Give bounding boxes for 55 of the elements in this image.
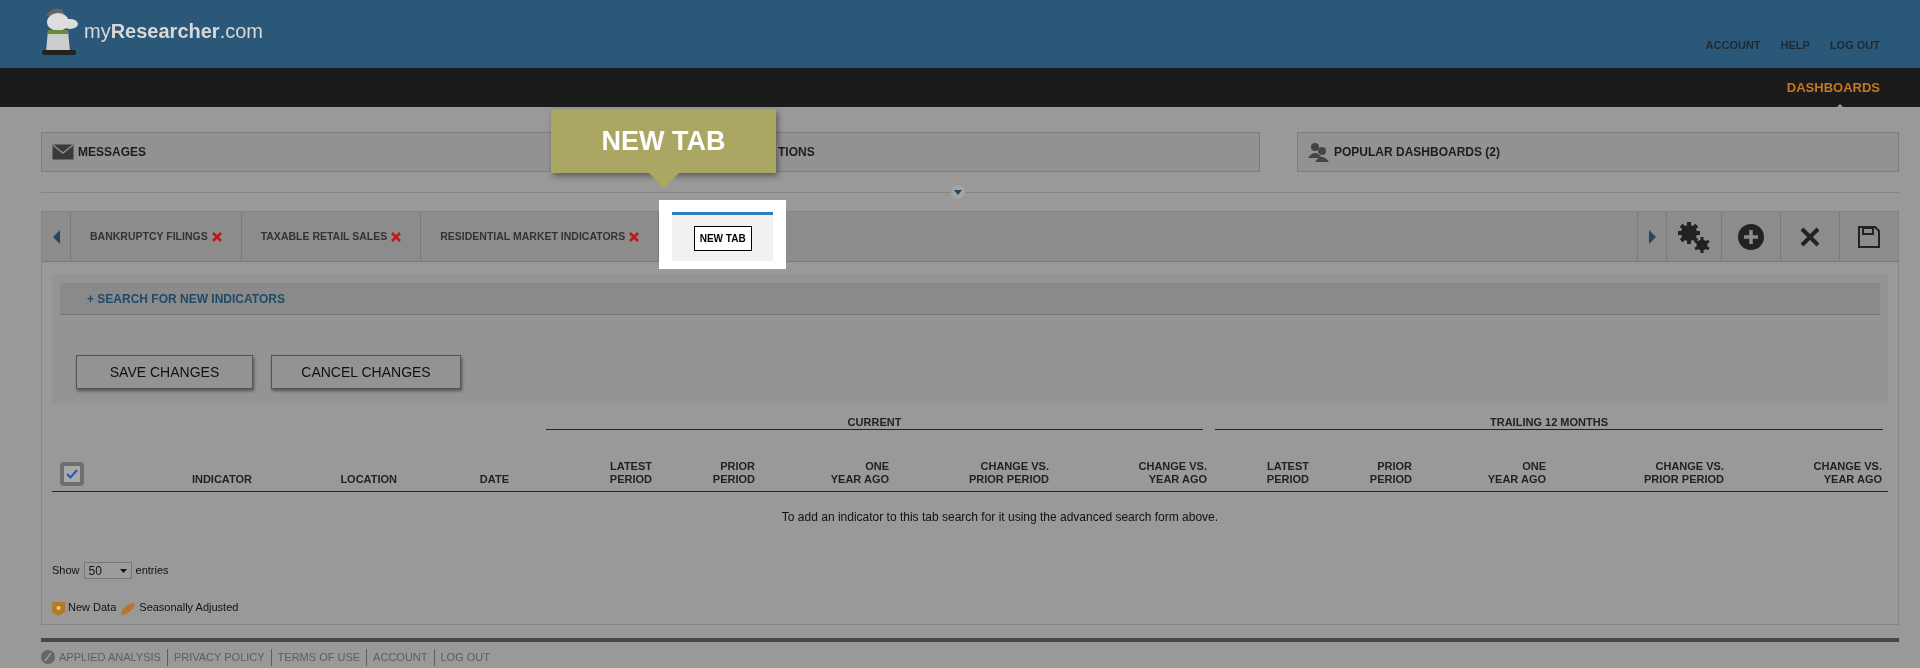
close-icon[interactable] xyxy=(211,231,222,242)
column-header: LATEST PERIOD xyxy=(608,460,652,486)
column-header: INDICATOR xyxy=(190,473,252,486)
nav-item[interactable]: DASHBOARDS xyxy=(1786,77,1880,98)
column-header: DATE xyxy=(478,473,509,486)
column-header: CHANGE VS. YEAR AGO xyxy=(1812,460,1882,486)
column-header: CHANGE VS. PRIOR PERIOD xyxy=(1642,460,1724,486)
column-header: ONE YEAR AGO xyxy=(1486,460,1546,486)
footer-link[interactable]: PRIVACY POLICY xyxy=(167,649,272,666)
header-link[interactable]: LOG OUT xyxy=(1829,36,1880,53)
header-link[interactable]: ACCOUNT xyxy=(1705,36,1761,53)
show-label: Show xyxy=(52,563,80,579)
entries-select[interactable]: 50 xyxy=(83,562,132,579)
footer-link[interactable]: TERMS OF USE xyxy=(271,649,368,666)
new-tab-tooltip: NEW TAB xyxy=(551,109,776,189)
select-all-checkbox[interactable] xyxy=(60,462,84,486)
footer-link[interactable]: LOG OUT xyxy=(434,649,496,666)
close-icon[interactable] xyxy=(629,231,640,242)
panel-header[interactable]: POPULAR DASHBOARDS (2) xyxy=(1297,132,1899,172)
legend-label: Seasonally Adjusted xyxy=(139,600,239,615)
legend-label: New Data xyxy=(68,600,117,615)
tab-label: NEW TAB xyxy=(693,225,752,251)
column-header: LOCATION xyxy=(339,473,397,486)
column-header: PRIOR PERIOD xyxy=(711,460,755,486)
footer-link[interactable]: ACCOUNT xyxy=(367,649,435,666)
tab[interactable]: TAXABLE RETAIL SALES xyxy=(241,212,422,261)
leaf-icon xyxy=(120,601,137,616)
dropdown-caret-icon xyxy=(119,568,127,573)
plus-circle-icon xyxy=(1738,223,1764,250)
footer-link[interactable]: APPLIED ANALYSIS xyxy=(59,649,168,666)
column-header: PRIOR PERIOD xyxy=(1368,460,1412,486)
entries-label: entries xyxy=(135,563,169,579)
badge-icon xyxy=(52,601,65,616)
envelope-icon xyxy=(52,144,74,160)
cancel-changes-button[interactable]: CANCEL CHANGES xyxy=(271,355,461,389)
logo-text: myResearcher.com xyxy=(84,19,263,44)
gears-icon xyxy=(1676,220,1712,253)
save-changes-button[interactable]: SAVE CHANGES xyxy=(76,355,253,389)
checkmark-icon xyxy=(66,469,78,479)
column-group-header: TRAILING 12 MONTHS xyxy=(1215,416,1883,430)
empty-table-message: To add an indicator to this tab search for it using the advanced search form above. xyxy=(780,509,1220,526)
search-link[interactable]: + SEARCH FOR NEW INDICATORS xyxy=(87,289,285,308)
header-link[interactable]: HELP xyxy=(1780,36,1810,53)
close-icon[interactable] xyxy=(391,231,402,242)
tab[interactable]: NEW TAB xyxy=(672,212,774,261)
column-header: ONE YEAR AGO xyxy=(829,460,889,486)
people-icon xyxy=(1308,142,1330,162)
right-arrow-icon xyxy=(1648,229,1656,244)
column-header: CHANGE VS. PRIOR PERIOD xyxy=(967,460,1049,486)
column-group-header: CURRENT xyxy=(546,416,1203,430)
column-header: LATEST PERIOD xyxy=(1265,460,1309,486)
tab[interactable]: BANKRUPTCY FILINGS xyxy=(71,212,242,261)
column-header: CHANGE VS. YEAR AGO xyxy=(1137,460,1207,486)
close-icon xyxy=(1800,226,1820,247)
left-arrow-icon xyxy=(52,229,60,244)
